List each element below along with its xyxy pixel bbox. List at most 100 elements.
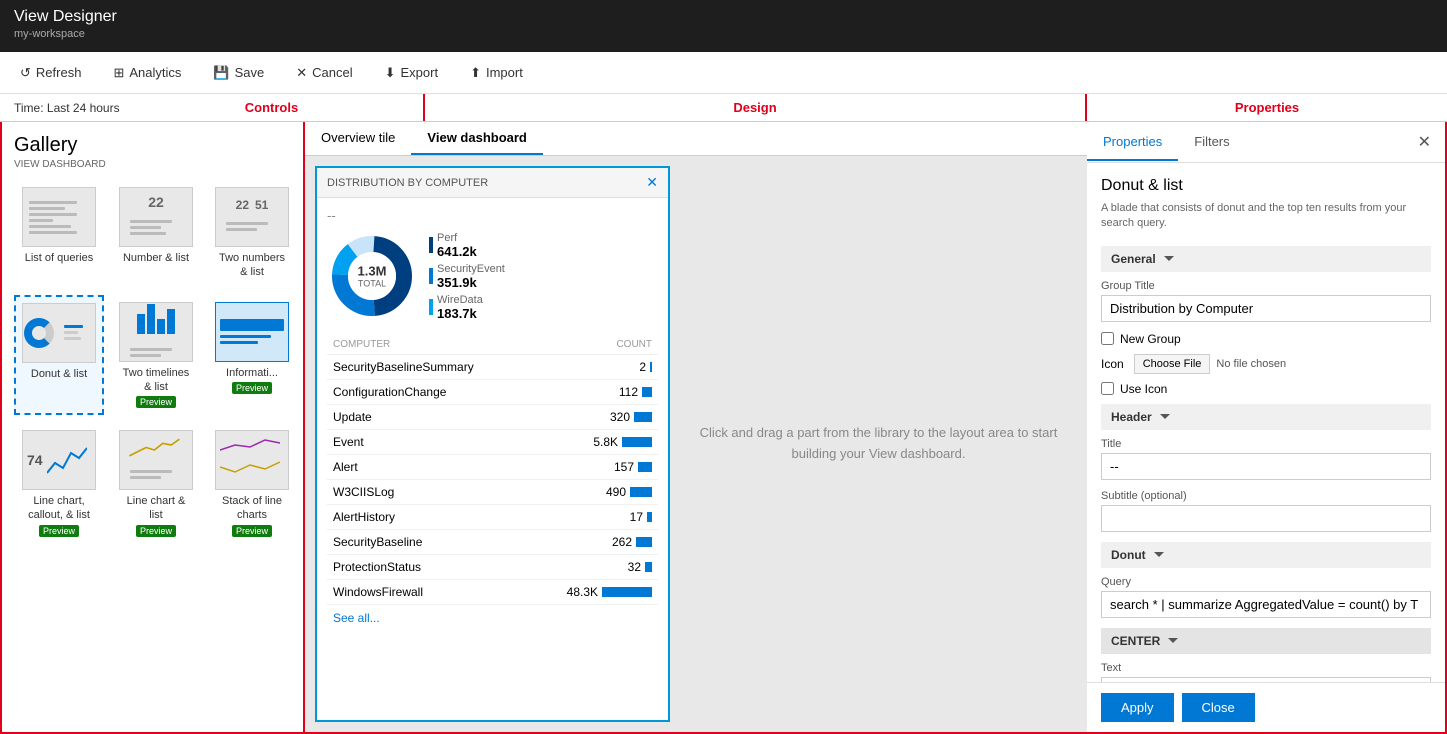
- col-count: COUNT: [616, 339, 652, 350]
- props-input-subtitle[interactable]: [1101, 505, 1431, 532]
- row-count: 2: [639, 360, 646, 374]
- properties-body: Donut & list A blade that consists of do…: [1087, 163, 1445, 682]
- row-count: 32: [628, 560, 641, 574]
- donut-chart: 1.3M TOTAL: [327, 231, 417, 321]
- col-computer: COMPUTER: [333, 339, 390, 350]
- gallery-label-list-queries: List of queries: [25, 251, 93, 265]
- row-name: Update: [333, 410, 372, 424]
- table-row: SecurityBaselineSummary 2: [327, 355, 658, 380]
- donut-total-label: TOTAL: [358, 279, 387, 289]
- properties-close-button[interactable]: ✕: [1404, 122, 1445, 162]
- close-button[interactable]: Close: [1182, 693, 1255, 722]
- tab-properties[interactable]: Properties: [1087, 124, 1178, 161]
- gallery-item-number-list[interactable]: 22 Number & list: [112, 180, 200, 287]
- tab-filters[interactable]: Filters: [1178, 124, 1245, 161]
- checkbox-new-group[interactable]: [1101, 332, 1114, 345]
- legend-value-security: 351.9k: [437, 275, 505, 290]
- gallery-item-linechart2[interactable]: Line chart & list Preview: [112, 423, 200, 544]
- table-row: ConfigurationChange 112: [327, 380, 658, 405]
- props-section-title: Donut & list: [1101, 177, 1431, 195]
- see-all-link[interactable]: See all...: [327, 605, 386, 631]
- gallery-item-two-numbers[interactable]: 22 51 Two numbers & list: [208, 180, 296, 287]
- preview-badge-two-timelines: Preview: [136, 396, 176, 408]
- legend-item-security: SecurityEvent 351.9k: [429, 263, 505, 290]
- collapse-arrow-donut: [1154, 552, 1164, 557]
- gallery-item-linechart1[interactable]: 74 Line chart, callout, & list Preview: [14, 423, 104, 544]
- table-row: Alert 157: [327, 455, 658, 480]
- table-row: SecurityBaseline 262: [327, 530, 658, 555]
- props-field-center-text: Text: [1101, 662, 1431, 682]
- workspace-label: my-workspace: [14, 28, 1433, 40]
- analytics-icon: ⊞: [113, 65, 124, 81]
- row-count: 262: [612, 535, 632, 549]
- gallery-item-linechart3[interactable]: Stack of line charts Preview: [208, 423, 296, 544]
- legend-name-perf: Perf: [437, 232, 477, 244]
- toolbar: ↺ Refresh ⊞ Analytics 💾 Save ✕ Cancel ⬇ …: [0, 52, 1447, 94]
- export-button[interactable]: ⬇ Export: [379, 61, 444, 85]
- tab-view-dashboard[interactable]: View dashboard: [411, 122, 542, 155]
- widget-card: DISTRIBUTION BY COMPUTER ✕ --: [315, 166, 670, 722]
- legend-value-perf: 641.2k: [437, 244, 477, 259]
- count-bar: [636, 537, 652, 547]
- gallery-item-two-timelines[interactable]: Two timelines & list Preview: [112, 295, 200, 416]
- gallery-item-donut-list[interactable]: Donut & list: [14, 295, 104, 416]
- design-panel: Overview tile View dashboard DISTRIBUTIO…: [305, 122, 1087, 734]
- props-checkbox-use-icon: Use Icon: [1101, 382, 1431, 396]
- properties-label: Properties: [1087, 94, 1447, 121]
- legend-value-wiredata: 183.7k: [437, 306, 483, 321]
- gallery-thumb-two-numbers: 22 51: [215, 187, 289, 247]
- app-title: View Designer: [14, 8, 1433, 26]
- count-bar: [645, 562, 652, 572]
- props-label-new-group: New Group: [1120, 332, 1181, 346]
- titlebar: View Designer my-workspace: [0, 0, 1447, 52]
- legend-bar-perf: [429, 237, 433, 253]
- row-name: ConfigurationChange: [333, 385, 446, 399]
- props-input-title[interactable]: [1101, 453, 1431, 480]
- count-bar: [642, 387, 652, 397]
- save-icon: 💾: [213, 65, 229, 81]
- count-cell: 157: [614, 460, 652, 474]
- gallery-title: Gallery: [14, 134, 291, 157]
- design-tabs: Overview tile View dashboard: [305, 122, 1087, 156]
- gallery-item-list-of-queries[interactable]: List of queries: [14, 180, 104, 287]
- props-file-icon: Icon Choose File No file chosen: [1101, 354, 1431, 374]
- props-field-title: Title: [1101, 438, 1431, 480]
- import-button[interactable]: ⬆ Import: [464, 61, 529, 85]
- cancel-button[interactable]: ✕ Cancel: [290, 61, 358, 85]
- analytics-button[interactable]: ⊞ Analytics: [107, 61, 187, 85]
- props-label-title: Title: [1101, 438, 1431, 450]
- row-name: ProtectionStatus: [333, 560, 421, 574]
- properties-footer: Apply Close: [1087, 682, 1445, 732]
- choose-file-button[interactable]: Choose File: [1134, 354, 1211, 374]
- gallery-label-info: Informati...: [226, 366, 278, 380]
- refresh-button[interactable]: ↺ Refresh: [14, 61, 87, 85]
- table-row: AlertHistory 17: [327, 505, 658, 530]
- save-button[interactable]: 💾 Save: [207, 61, 270, 85]
- donut-center: 1.3M TOTAL: [358, 264, 387, 289]
- gallery-label-linechart2: Line chart & list: [119, 494, 193, 523]
- gallery-item-info[interactable]: Informati... Preview: [208, 295, 296, 416]
- apply-button[interactable]: Apply: [1101, 693, 1174, 722]
- props-input-group-title[interactable]: [1101, 295, 1431, 322]
- gallery-label-number-list: Number & list: [123, 251, 189, 265]
- tab-overview-tile[interactable]: Overview tile: [305, 122, 411, 155]
- table-row: ProtectionStatus 32: [327, 555, 658, 580]
- props-group-header: Header: [1101, 404, 1431, 430]
- gallery-subtitle: VIEW DASHBOARD: [14, 159, 291, 170]
- widget-table: COMPUTER COUNT SecurityBaselineSummary 2…: [327, 335, 658, 631]
- checkbox-use-icon[interactable]: [1101, 382, 1114, 395]
- table-rows-container: SecurityBaselineSummary 2 ConfigurationC…: [327, 355, 658, 605]
- props-label-subtitle: Subtitle (optional): [1101, 490, 1431, 502]
- row-count: 157: [614, 460, 634, 474]
- properties-tabs: Properties Filters: [1087, 124, 1246, 161]
- count-cell: 320: [610, 410, 652, 424]
- count-cell: 2: [639, 360, 652, 374]
- gallery-thumb-info: [215, 302, 289, 362]
- drop-area-text: Click and drag a part from the library t…: [700, 423, 1058, 465]
- row-count: 48.3K: [567, 585, 598, 599]
- controls-label: Controls: [120, 94, 425, 121]
- preview-badge-linechart3: Preview: [232, 525, 272, 537]
- widget-close-button[interactable]: ✕: [646, 174, 658, 191]
- props-label-use-icon: Use Icon: [1120, 382, 1167, 396]
- props-input-query[interactable]: [1101, 591, 1431, 618]
